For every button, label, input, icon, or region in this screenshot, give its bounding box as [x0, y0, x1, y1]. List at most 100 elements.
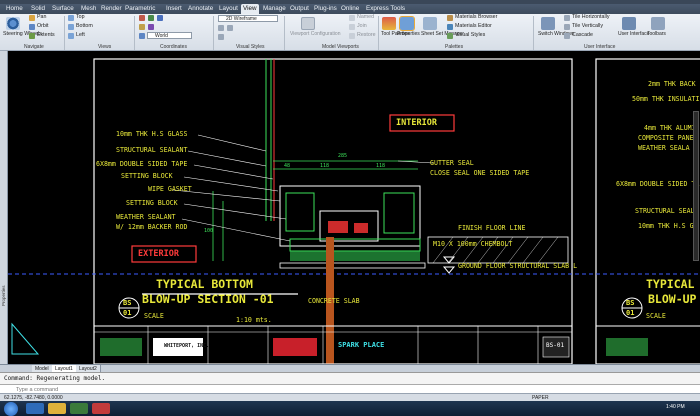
- ie-taskbar-icon[interactable]: [26, 403, 44, 414]
- restore-viewports-button[interactable]: Restore: [357, 32, 376, 39]
- sheet-set-manager-icon[interactable]: [423, 17, 437, 30]
- orbit-icon[interactable]: [29, 24, 35, 30]
- extents-button[interactable]: Extents: [37, 32, 55, 39]
- media-taskbar-icon[interactable]: [70, 403, 88, 414]
- materials-browser-icon[interactable]: [447, 15, 453, 21]
- tab-insert[interactable]: Insert: [164, 4, 184, 14]
- ucs-view-icon[interactable]: [148, 24, 154, 30]
- tab-parametric[interactable]: Parametric: [123, 4, 157, 14]
- ucs-icon[interactable]: [139, 15, 145, 21]
- cascade-button[interactable]: Cascade: [572, 32, 593, 39]
- dim-118b: 118: [376, 163, 386, 169]
- tab-solid[interactable]: Solid: [29, 4, 47, 14]
- tab-plug-ins[interactable]: Plug-ins: [312, 4, 339, 14]
- label-gutter-seal: GUTTER SEAL: [430, 159, 474, 167]
- command-history: Command: Regenerating model.: [0, 372, 700, 384]
- shade-icon[interactable]: [218, 25, 224, 31]
- drawing-canvas[interactable]: 10mm THK H.S GLASS STRUCTURAL SEALANT 6X…: [8, 51, 700, 364]
- shadow-icon[interactable]: [218, 34, 224, 40]
- taskbar: 1:40 PM: [0, 401, 700, 416]
- ucs-3point-icon[interactable]: [139, 24, 145, 30]
- tab-express-tools[interactable]: Express Tools: [364, 4, 407, 14]
- world-ucs-icon[interactable]: [139, 33, 145, 39]
- top-view-icon[interactable]: [68, 15, 74, 21]
- tab-surface[interactable]: Surface: [50, 4, 76, 14]
- viewport-configuration-icon[interactable]: [301, 17, 315, 30]
- properties-icon[interactable]: [399, 16, 415, 31]
- left-view-button[interactable]: Left: [76, 32, 85, 39]
- dim-118a: 118: [320, 163, 330, 169]
- top-view-button[interactable]: Top: [76, 14, 85, 21]
- dim-285: 285: [338, 153, 348, 159]
- materials-browser-button[interactable]: Materials Browser: [455, 14, 497, 21]
- bottom-view-button[interactable]: Bottom: [76, 23, 93, 30]
- panel-user-interface: User Interface: [584, 44, 616, 50]
- pan-button[interactable]: Pan: [37, 14, 46, 21]
- visual-styles-button[interactable]: Visual Styles: [455, 32, 485, 39]
- extents-icon[interactable]: [29, 33, 35, 39]
- ucs-axis-icon[interactable]: [157, 15, 163, 21]
- ucs-world-select[interactable]: World: [147, 32, 192, 39]
- properties-palette-strip[interactable]: Properties: [0, 51, 8, 364]
- command-input[interactable]: [16, 386, 316, 393]
- left-view-icon[interactable]: [68, 33, 74, 39]
- label-wipe-gasket: WIPE GASKET: [148, 185, 192, 193]
- tab-manage[interactable]: Manage: [261, 4, 288, 14]
- user-interface-icon[interactable]: [622, 17, 636, 30]
- tab-view[interactable]: View: [241, 4, 259, 14]
- dim-48: 48: [284, 163, 291, 169]
- label-interior: INTERIOR: [396, 118, 437, 128]
- named-viewports-button[interactable]: Named: [357, 14, 374, 21]
- label-chembolt: M10 X 100mm CHEMBOLT: [433, 240, 513, 248]
- label-setting-block: SETTING BLOCK: [121, 172, 173, 180]
- orbit-button[interactable]: Orbit: [37, 23, 48, 30]
- edge-icon[interactable]: [227, 25, 233, 31]
- user-interface-button[interactable]: User Interface: [618, 31, 649, 37]
- panel-model-viewports: Model Viewports: [322, 44, 359, 50]
- tool-palettes-icon[interactable]: [382, 17, 396, 30]
- materials-editor-button[interactable]: Materials Editor: [455, 23, 492, 30]
- viewport-configuration-button[interactable]: Viewport Configuration: [290, 31, 341, 38]
- autocad-taskbar-icon[interactable]: [92, 403, 110, 414]
- tile-horizontally-icon[interactable]: [564, 15, 570, 21]
- tab-render[interactable]: Render: [99, 4, 124, 14]
- command-line[interactable]: [0, 384, 700, 393]
- label-concrete-slab: CONCRETE SLAB: [308, 297, 360, 305]
- company-name: WHITEPORT, INC.: [164, 343, 210, 349]
- pan-icon[interactable]: [29, 15, 35, 21]
- properties-button[interactable]: Properties: [397, 31, 420, 38]
- tab-home[interactable]: Home: [4, 4, 25, 14]
- join-viewports-icon[interactable]: [349, 24, 355, 30]
- cascade-icon[interactable]: [564, 33, 570, 39]
- steering-wheels-icon[interactable]: [6, 17, 20, 30]
- visual-style-select[interactable]: 2D Wireframe: [218, 15, 278, 22]
- tab-online[interactable]: Online: [339, 4, 361, 14]
- ucs-origin-icon[interactable]: [148, 15, 154, 21]
- toolbars-icon[interactable]: [651, 17, 665, 30]
- tile-vertically-button[interactable]: Tile Vertically: [572, 23, 603, 30]
- label-weather-sealant: WEATHER SEALANT: [116, 213, 176, 221]
- tab-annotate[interactable]: Annotate: [186, 4, 215, 14]
- bottom-view-icon[interactable]: [68, 24, 74, 30]
- toolbars-button[interactable]: Toolbars: [647, 31, 666, 38]
- tab-layout[interactable]: Layout: [217, 4, 240, 14]
- tile-horizontally-button[interactable]: Tile Horizontally: [572, 14, 609, 21]
- start-button-icon[interactable]: [4, 401, 18, 416]
- explorer-taskbar-icon[interactable]: [48, 403, 66, 414]
- panel-views: Views: [98, 44, 112, 50]
- contractor-logo: [100, 338, 142, 356]
- cad-drawing: [8, 58, 700, 364]
- tile-vertically-icon[interactable]: [564, 24, 570, 30]
- visual-styles-icon[interactable]: [447, 33, 453, 39]
- divider: [64, 16, 65, 50]
- tab-mesh[interactable]: Mesh: [79, 4, 98, 14]
- sheet2-bs-num: 01: [626, 309, 635, 317]
- join-viewports-button[interactable]: Join: [357, 23, 367, 30]
- switch-windows-icon[interactable]: [541, 17, 555, 30]
- named-viewports-icon[interactable]: [349, 15, 355, 21]
- materials-editor-icon[interactable]: [447, 24, 453, 30]
- tab-output[interactable]: Output: [288, 4, 311, 14]
- label-glass: 10mm THK H.S GLASS: [116, 130, 188, 138]
- restore-viewports-icon[interactable]: [349, 33, 355, 39]
- vertical-scrollbar[interactable]: [693, 111, 699, 261]
